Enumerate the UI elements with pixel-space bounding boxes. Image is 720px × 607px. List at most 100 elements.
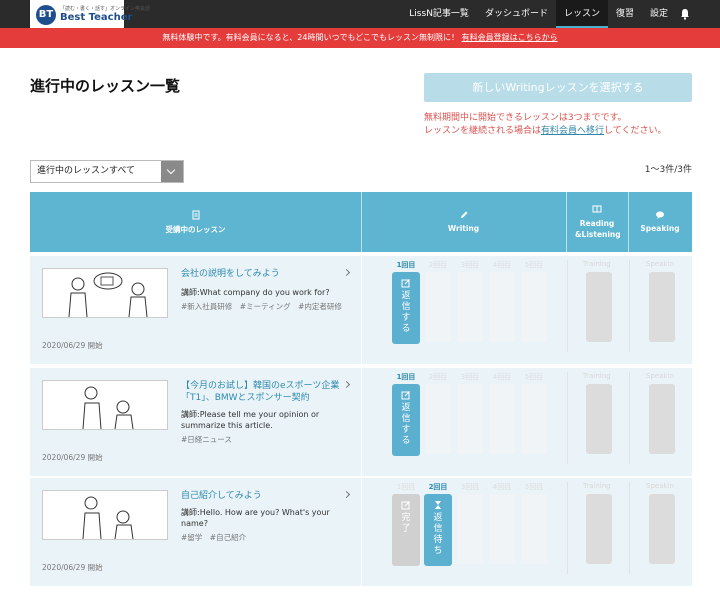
lesson-title[interactable]: 会社の説明をしてみよう: [181, 268, 351, 280]
logo-mark-icon: BT: [36, 5, 56, 25]
stage-label: 2回目: [428, 373, 448, 381]
new-writing-lesson-button[interactable]: 新しいWritingレッスンを選択する: [424, 73, 692, 102]
nav-item-settings[interactable]: 設定: [642, 0, 676, 28]
col-writing: Writing: [361, 192, 566, 252]
lesson-tags: #日経ニュース: [181, 435, 232, 444]
speaking-label: Speakin: [646, 482, 674, 490]
divider: [567, 482, 568, 574]
completed-button[interactable]: 完了: [392, 494, 420, 566]
lesson-info[interactable]: 【今月のお試し】韓国のeスポーツ企業「T1」、BMWとスポンサー契約 講師:Pl…: [30, 368, 361, 476]
training-label: Training: [583, 482, 611, 490]
empty-slot: [457, 272, 483, 342]
col-writing-label: Writing: [447, 224, 480, 233]
empty-slot: [521, 494, 547, 564]
hourglass-icon: [435, 501, 441, 509]
lesson-progress: 1回目 2回目 3回目 4回目 5回目 返信する Training Speaki…: [361, 368, 692, 476]
divider: [567, 372, 568, 464]
lesson-start-date: 2020/06/29 開始: [42, 453, 103, 462]
result-count: 1〜3件/3件: [644, 165, 692, 175]
stage-label: 2回目: [428, 483, 448, 491]
edit-icon: [401, 501, 410, 510]
notice-line-1: 無料期間中に開始できるレッスンは3つまでです。: [424, 113, 627, 123]
chevron-down-icon[interactable]: [161, 161, 183, 182]
col-speaking: Speaking: [628, 192, 692, 252]
stage-label: 3回目: [460, 373, 480, 381]
instructor-prompt: 講師:What company do you work for?: [181, 288, 330, 297]
lesson-start-date: 2020/06/29 開始: [42, 341, 103, 350]
nav-item-dashboard[interactable]: ダッシュボード: [477, 0, 556, 28]
training-label: Training: [583, 372, 611, 380]
col-lesson-label: 受講中のレッスン: [165, 225, 226, 234]
reply-button[interactable]: 返信する: [392, 272, 420, 344]
lesson-info[interactable]: 会社の説明をしてみよう 講師:What company do you work …: [30, 256, 361, 364]
empty-slot: [457, 384, 483, 454]
instructor-prompt: 講師:Please tell me your opinion or summar…: [181, 410, 320, 430]
edit-icon: [401, 391, 410, 400]
empty-slot: [521, 272, 547, 342]
training-placeholder: [586, 272, 612, 342]
paid-member-link[interactable]: 有料会員へ移行: [541, 126, 604, 136]
lesson-progress: 1回目 2回目 3回目 4回目 5回目 返信する Training Speaki…: [361, 256, 692, 364]
speaking-placeholder: [649, 494, 675, 564]
notice-text-end: してください。: [604, 126, 667, 136]
training-label: Training: [583, 260, 611, 268]
lesson-info[interactable]: 自己紹介してみよう 講師:Hello. How are you? What's …: [30, 478, 361, 586]
lesson-start-date: 2020/06/29 開始: [42, 563, 103, 572]
trial-notice: 無料期間中に開始できるレッスンは3つまでです。 レッスンを継続される場合は有料会…: [424, 112, 667, 138]
pencil-icon: [460, 211, 467, 218]
lesson-progress: 1回目 2回目 3回目 4回目 5回目 完了 返信待ち Training Spe…: [361, 478, 692, 586]
stage-label: 4回目: [492, 373, 512, 381]
lesson-row: 会社の説明をしてみよう 講師:What company do you work …: [30, 256, 692, 364]
col-reading-label: Reading &Listening: [575, 219, 621, 239]
notice-text: レッスンを継続される場合は: [424, 126, 542, 136]
col-reading: Reading &Listening: [566, 192, 628, 252]
stage-label: 5回目: [524, 373, 544, 381]
lesson-row: 【今月のお試し】韓国のeスポーツ企業「T1」、BMWとスポンサー契約 講師:Pl…: [30, 368, 692, 476]
stage-label: 1回目: [396, 483, 416, 491]
empty-slot: [425, 384, 451, 454]
speaking-label: Speakin: [646, 372, 674, 380]
empty-slot: [425, 272, 451, 342]
stage-label: 3回目: [460, 261, 480, 269]
nav-item-lessons[interactable]: レッスン: [555, 0, 608, 28]
bell-icon[interactable]: [680, 8, 690, 20]
speech-bubble-icon: [656, 211, 664, 219]
speaking-placeholder: [649, 384, 675, 454]
instructor-prompt: 講師:Hello. How are you? What's your name?: [181, 508, 330, 528]
empty-slot: [457, 494, 483, 564]
top-nav-bar: BT 「読む・書く・話す」オンライン英会話 Best Teacher LissN…: [0, 0, 720, 34]
logo-name: Best Teacher: [60, 12, 133, 23]
stage-label: 1回目: [396, 373, 416, 381]
awaiting-reply-label: 返信待ち: [433, 513, 443, 556]
reply-button[interactable]: 返信する: [392, 384, 420, 456]
empty-slot: [521, 384, 547, 454]
stage-label: 1回目: [396, 261, 416, 269]
lesson-title[interactable]: 自己紹介してみよう: [181, 490, 351, 502]
notice-line-2: レッスンを継続される場合は有料会員へ移行してください。: [424, 125, 667, 138]
document-icon: [192, 210, 199, 220]
nav-item-articles[interactable]: LissN記事一覧: [401, 0, 477, 28]
logo-tagline: 「読む・書く・話す」オンライン英会話: [60, 6, 151, 12]
empty-slot: [489, 272, 515, 342]
stage-label: 5回目: [524, 483, 544, 491]
empty-slot: [489, 384, 515, 454]
reply-button-label: 返信する: [401, 291, 411, 334]
divider: [629, 482, 630, 574]
lesson-thumbnail: [42, 380, 168, 430]
lesson-filter-select[interactable]: 進行中のレッスンすべて: [30, 160, 184, 183]
nav-item-review[interactable]: 復習: [608, 0, 642, 28]
stage-label: 4回目: [492, 483, 512, 491]
filter-value: 進行中のレッスンすべて: [37, 166, 136, 176]
awaiting-reply-button[interactable]: 返信待ち: [424, 494, 452, 566]
speaking-label: Speakin: [646, 260, 674, 268]
upgrade-link[interactable]: 有料会員登録はこちらから: [462, 33, 558, 42]
divider: [629, 372, 630, 464]
lesson-tags: #留学 #自己紹介: [181, 533, 247, 542]
lesson-title[interactable]: 【今月のお試し】韓国のeスポーツ企業「T1」、BMWとスポンサー契約: [181, 380, 351, 404]
stage-label: 2回目: [428, 261, 448, 269]
col-lesson: 受講中のレッスン: [30, 192, 361, 252]
trial-alert-banner: 無料体験中です。有料会員になると、24時間いつでもどこでもレッスン無制限に！ 有…: [0, 28, 720, 48]
lesson-table-header: 受講中のレッスン Writing Reading &Listening Spea…: [30, 192, 692, 252]
page-title: 進行中のレッスン一覧: [30, 77, 181, 95]
lesson-tags: #新入社員研修 #ミーティング #内定者研修: [181, 302, 342, 311]
